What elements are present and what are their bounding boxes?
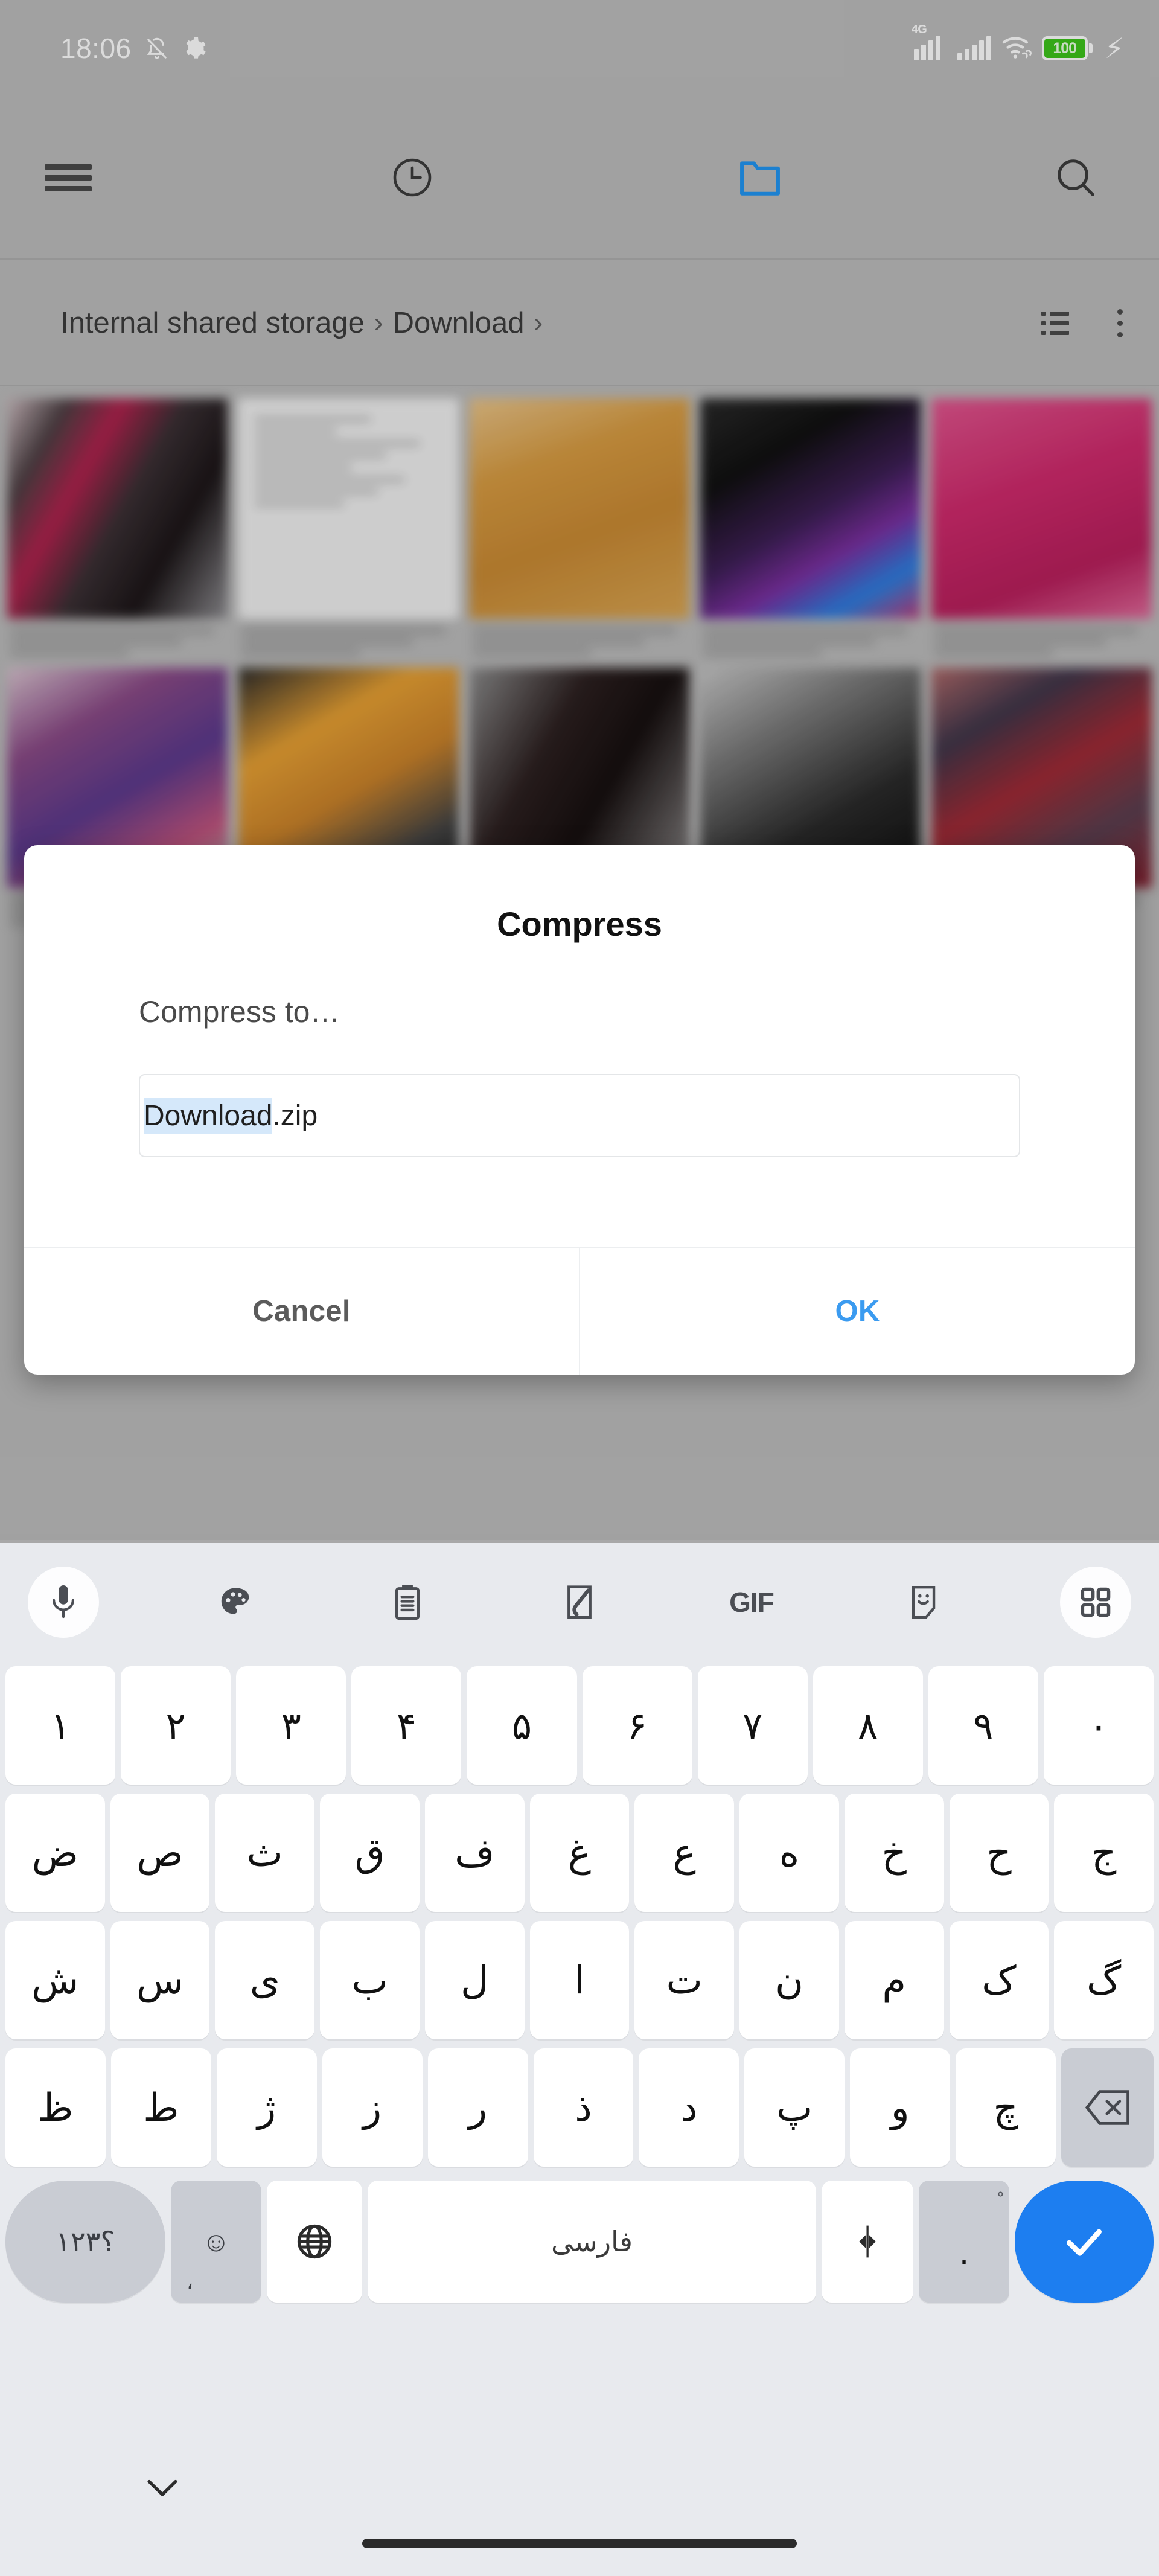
palette-icon[interactable] — [200, 1567, 271, 1638]
compress-dialog: Compress Compress to… Download .zip Cance… — [24, 845, 1135, 1375]
key-2[interactable]: ۲ — [121, 1666, 231, 1785]
key-lam[interactable]: ل — [424, 1921, 525, 2039]
key-te[interactable]: ت — [634, 1921, 735, 2039]
filename-selected-text: Download — [144, 1098, 273, 1134]
key-6[interactable]: ۶ — [582, 1666, 692, 1785]
key-vav[interactable]: و — [850, 2048, 951, 2167]
key-shin[interactable]: ش — [5, 1921, 105, 2039]
key-zhe[interactable]: ژ — [216, 2048, 317, 2167]
key-mim[interactable]: م — [844, 1921, 944, 2039]
key-zal[interactable]: ذ — [533, 2048, 634, 2167]
ok-button[interactable]: OK — [579, 1248, 1135, 1375]
dialog-field-wrap: Download .zip — [24, 1029, 1135, 1157]
filename-input[interactable]: Download .zip — [139, 1074, 1020, 1157]
key-alef[interactable]: ا — [529, 1921, 630, 2039]
keyboard-row-numbers: ۱ ۲ ۳ ۴ ۵ ۶ ۷ ۸ ۹ ۰ — [5, 1666, 1154, 1785]
chevron-down-icon[interactable] — [142, 2475, 182, 2504]
key-zad[interactable]: ض — [5, 1794, 105, 1912]
key-za[interactable]: ظ — [5, 2048, 106, 2167]
gif-icon[interactable]: GIF — [716, 1567, 787, 1638]
key-be[interactable]: ب — [320, 1921, 420, 2039]
key-5[interactable]: ۵ — [467, 1666, 577, 1785]
cursor-keys[interactable] — [822, 2181, 913, 2303]
cancel-button[interactable]: Cancel — [24, 1248, 579, 1375]
key-gaf[interactable]: گ — [1054, 1921, 1154, 2039]
key-he-jimi[interactable]: ح — [949, 1794, 1049, 1912]
keyboard-row-2: ش س ی ب ل ا ت ن م ک گ — [5, 1921, 1154, 2039]
key-kaf[interactable]: ک — [949, 1921, 1049, 2039]
apps-grid-icon[interactable] — [1060, 1567, 1131, 1638]
keyboard: GIF ۱ ۲ ۳ ۴ ۵ ۶ ۷ ۸ ۹ ۰ ض ص ث ق ف غ ع ه … — [0, 1540, 1159, 2576]
period-key[interactable]: ْ . — [919, 2181, 1009, 2303]
home-gesture-bar[interactable] — [362, 2539, 797, 2548]
key-0[interactable]: ۰ — [1043, 1666, 1154, 1785]
key-he[interactable]: ه — [739, 1794, 839, 1912]
symbols-key[interactable]: ۱۲۳؟ — [5, 2181, 165, 2303]
keyboard-rows: ۱ ۲ ۳ ۴ ۵ ۶ ۷ ۸ ۹ ۰ ض ص ث ق ف غ ع ه خ ح … — [0, 1661, 1159, 2307]
comma-label: ، — [187, 2271, 193, 2293]
smiley-icon: ☺ — [202, 2226, 231, 2257]
filename-extension-text: .zip — [272, 1099, 318, 1132]
key-re[interactable]: ر — [427, 2048, 528, 2167]
key-4[interactable]: ۴ — [351, 1666, 462, 1785]
key-sin[interactable]: س — [110, 1921, 210, 2039]
screen-root: 18:06 4G 100 ⚡ Internal shared storage ›… — [0, 0, 1159, 2576]
key-sad[interactable]: ص — [110, 1794, 210, 1912]
key-8[interactable]: ۸ — [813, 1666, 923, 1785]
key-ghain[interactable]: غ — [529, 1794, 630, 1912]
key-fe[interactable]: ف — [424, 1794, 525, 1912]
globe-key[interactable] — [267, 2181, 362, 2303]
key-ta[interactable]: ط — [110, 2048, 211, 2167]
key-qaf[interactable]: ق — [320, 1794, 420, 1912]
key-khe[interactable]: خ — [844, 1794, 944, 1912]
keyboard-row-bottom: ۱۲۳؟ ☺ ، فارسی . — [5, 2176, 1154, 2307]
keyboard-bottom-nav — [0, 2437, 1159, 2576]
microphone-icon[interactable] — [28, 1567, 99, 1638]
gif-label: GIF — [729, 1587, 774, 1618]
key-ain[interactable]: ع — [634, 1794, 735, 1912]
key-ze[interactable]: ز — [322, 2048, 423, 2167]
key-se[interactable]: ث — [215, 1794, 315, 1912]
key-ye[interactable]: ی — [215, 1921, 315, 2039]
dialog-title: Compress — [497, 905, 662, 943]
emoji-key[interactable]: ☺ ، — [171, 2181, 261, 2303]
key-7[interactable]: ۷ — [697, 1666, 808, 1785]
key-1[interactable]: ۱ — [5, 1666, 116, 1785]
key-jim[interactable]: ج — [1054, 1794, 1154, 1912]
dialog-label: Compress to… — [139, 995, 340, 1029]
space-key[interactable]: فارسی — [368, 2181, 816, 2303]
keyboard-row-1: ض ص ث ق ف غ ع ه خ ح ج — [5, 1794, 1154, 1912]
key-dal[interactable]: د — [639, 2048, 739, 2167]
key-che[interactable]: چ — [956, 2048, 1056, 2167]
dialog-actions: Cancel OK — [24, 1247, 1135, 1375]
handwriting-icon[interactable] — [544, 1567, 615, 1638]
clipboard-icon[interactable] — [372, 1567, 443, 1638]
keyboard-toolbar: GIF — [0, 1543, 1159, 1661]
dialog-spacer — [24, 1157, 1135, 1247]
sticker-icon[interactable] — [888, 1567, 959, 1638]
key-nun[interactable]: ن — [739, 1921, 839, 2039]
key-9[interactable]: ۹ — [928, 1666, 1038, 1785]
keyboard-row-3: ظ ط ژ ز ر ذ د پ و چ — [5, 2048, 1154, 2167]
key-pe[interactable]: پ — [744, 2048, 845, 2167]
key-3[interactable]: ۳ — [236, 1666, 346, 1785]
enter-key[interactable] — [1015, 2181, 1154, 2303]
backspace-key[interactable] — [1061, 2048, 1154, 2167]
